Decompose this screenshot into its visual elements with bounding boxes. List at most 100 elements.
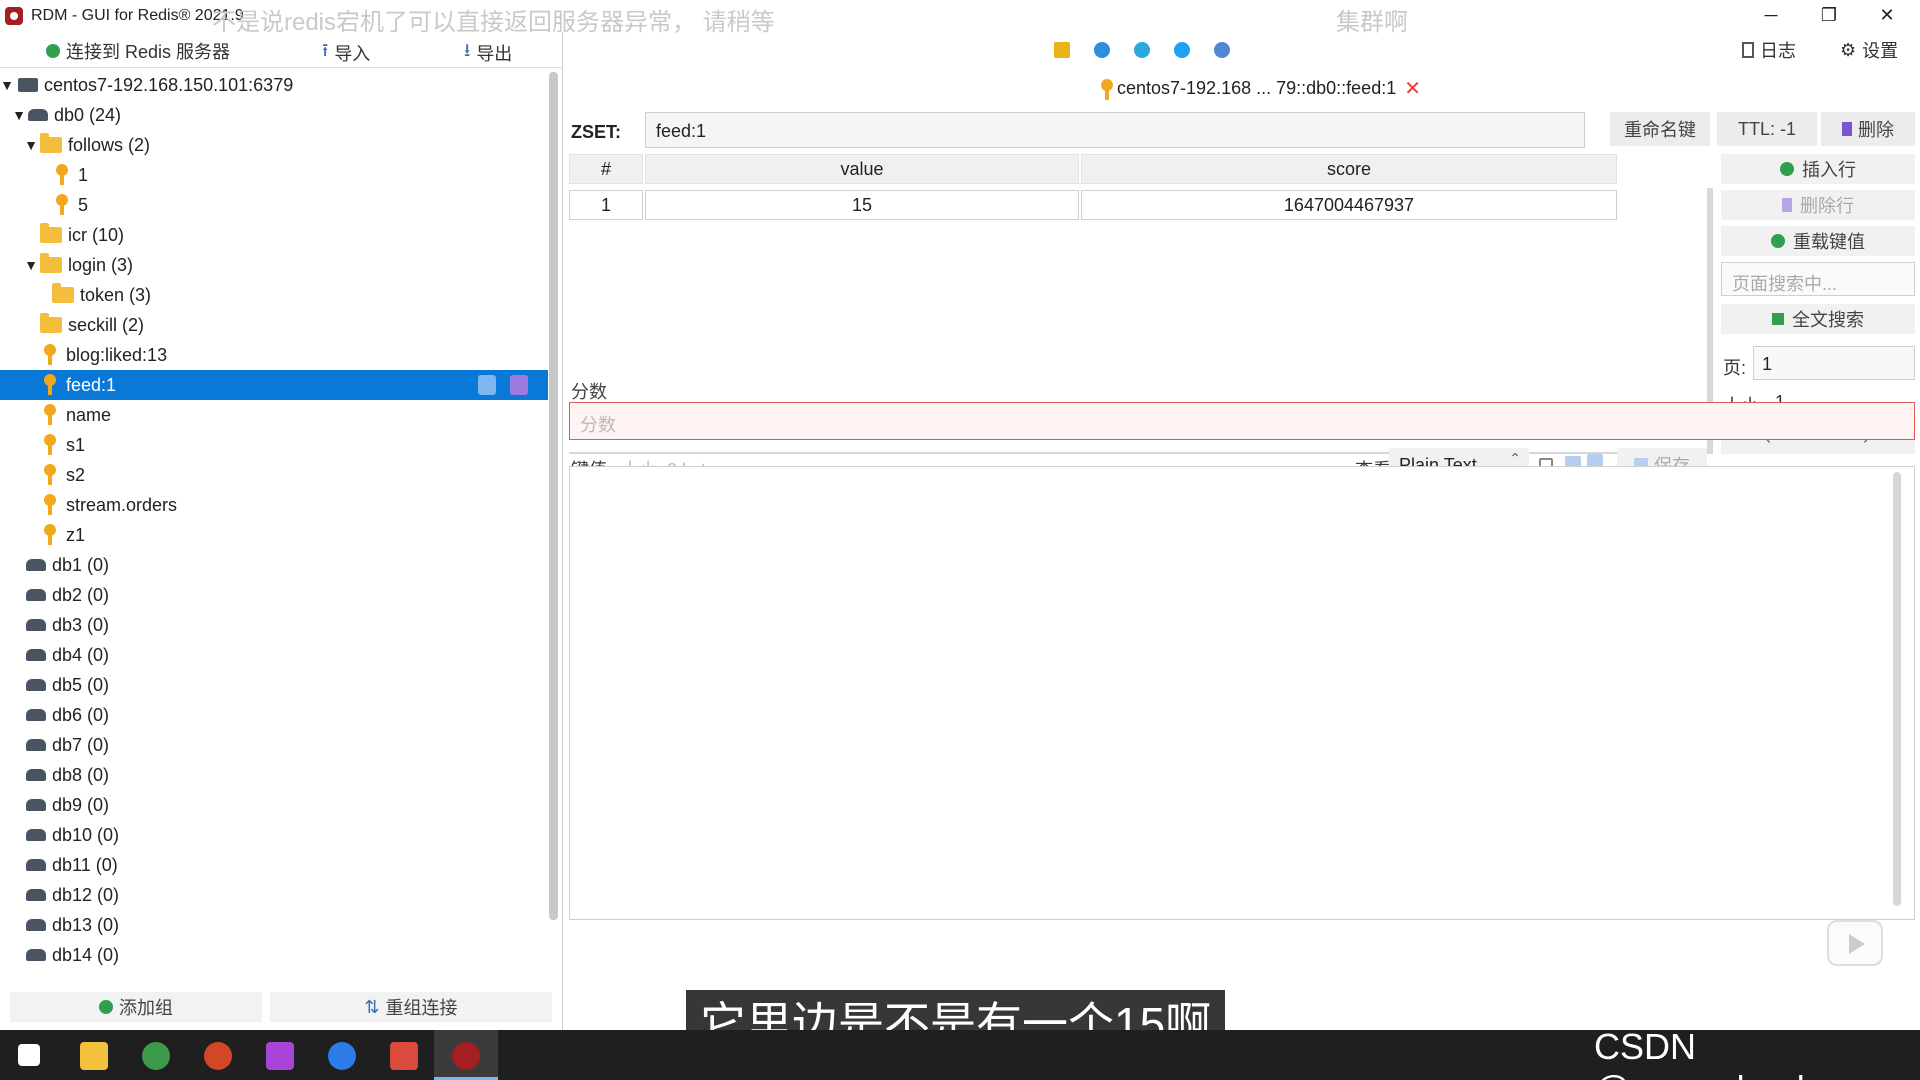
expand-arrow-icon[interactable]: ▼ bbox=[12, 107, 26, 123]
tree-key-s2[interactable]: s2 bbox=[0, 460, 548, 490]
ttl-button[interactable]: TTL: -1 bbox=[1717, 112, 1817, 146]
file-explorer-icon[interactable] bbox=[80, 1042, 108, 1070]
tree-key-blog-liked[interactable]: blog:liked:13 bbox=[0, 340, 548, 370]
telegram-icon[interactable] bbox=[1134, 42, 1150, 58]
powerpoint-icon[interactable] bbox=[204, 1042, 232, 1070]
folder-icon bbox=[52, 283, 74, 303]
add-group-button[interactable]: 添加组 bbox=[10, 992, 262, 1022]
tree-folder-icr[interactable]: icr (10) bbox=[0, 220, 548, 250]
rename-key-button[interactable]: 重命名键 bbox=[1610, 112, 1710, 146]
reload-value-button[interactable]: 重载键值 bbox=[1721, 226, 1915, 256]
tree-db13[interactable]: db13 (0) bbox=[0, 910, 548, 940]
regroup-connections-button[interactable]: ⇅ 重组连接 bbox=[270, 992, 552, 1022]
help-icon[interactable] bbox=[1094, 42, 1110, 58]
page-number-input[interactable]: 1 bbox=[1753, 346, 1915, 380]
key-header: ZSET: feed:1 重命名键 TTL: -1 删除 bbox=[565, 112, 1920, 152]
expand-arrow-icon[interactable]: ▼ bbox=[24, 257, 38, 273]
taskbar-rdm-active[interactable] bbox=[434, 1030, 498, 1080]
tree-key-feed1[interactable]: feed:1 bbox=[0, 370, 548, 400]
tree-key-5[interactable]: 5 bbox=[0, 190, 548, 220]
tree-db9[interactable]: db9 (0) bbox=[0, 790, 548, 820]
server-label: centos7-192.168.150.101:6379 bbox=[44, 74, 294, 95]
close-window-button[interactable]: ✕ bbox=[1858, 0, 1916, 30]
tree-server[interactable]: ▼ centos7-192.168.150.101:6379 bbox=[0, 70, 548, 100]
log-button[interactable]: 日志 bbox=[1742, 36, 1796, 64]
close-tab-icon[interactable]: ✕ bbox=[1404, 76, 1421, 101]
add-icon bbox=[46, 44, 60, 58]
tree-folder-follows[interactable]: ▼ follows (2) bbox=[0, 130, 548, 160]
tree-db4[interactable]: db4 (0) bbox=[0, 640, 548, 670]
tree-db14[interactable]: db14 (0) bbox=[0, 940, 548, 970]
tree-db12[interactable]: db12 (0) bbox=[0, 880, 548, 910]
key-label: s1 bbox=[66, 434, 86, 455]
expand-arrow-icon[interactable]: ▼ bbox=[24, 137, 38, 153]
key-label: stream.orders bbox=[66, 494, 178, 515]
row-value-cell[interactable]: 15 bbox=[645, 190, 1079, 220]
export-button[interactable]: ⭳ 导出 bbox=[464, 38, 512, 68]
log-label: 日志 bbox=[1760, 41, 1796, 61]
database-icon bbox=[26, 889, 46, 901]
tree-folder-login[interactable]: ▼ login (3) bbox=[0, 250, 548, 280]
row-index-cell[interactable]: 1 bbox=[569, 190, 643, 220]
tree-db6[interactable]: db6 (0) bbox=[0, 700, 548, 730]
editor-scrollbar[interactable] bbox=[1893, 472, 1901, 906]
tree-folder-token[interactable]: token (3) bbox=[0, 280, 548, 310]
page-search-input[interactable]: 页面搜索中... bbox=[1721, 262, 1915, 296]
intellij-icon[interactable] bbox=[266, 1042, 294, 1070]
windows-start-icon[interactable] bbox=[18, 1044, 40, 1066]
tree-key-z1[interactable]: z1 bbox=[0, 520, 548, 550]
key-icon bbox=[42, 404, 58, 426]
delete-row-button[interactable]: 删除行 bbox=[1721, 190, 1915, 220]
key-icon bbox=[42, 374, 58, 396]
tree-db5[interactable]: db5 (0) bbox=[0, 670, 548, 700]
tree-db10[interactable]: db10 (0) bbox=[0, 820, 548, 850]
browser-icon[interactable] bbox=[328, 1042, 356, 1070]
tree-db3[interactable]: db3 (0) bbox=[0, 610, 548, 640]
insert-row-button[interactable]: 插入行 bbox=[1721, 154, 1915, 184]
key-name-input[interactable]: feed:1 bbox=[645, 112, 1585, 148]
tab-feed1[interactable]: centos7-192.168 ... 79::db0::feed:1 ✕ bbox=[1099, 74, 1421, 102]
value-editor[interactable] bbox=[569, 466, 1915, 920]
expand-arrow-icon[interactable]: ▼ bbox=[0, 77, 14, 93]
copy-key-icon[interactable] bbox=[478, 375, 496, 395]
fulltext-search-button[interactable]: 全文搜索 bbox=[1721, 304, 1915, 334]
import-button[interactable]: ⭱ 导入 bbox=[322, 38, 370, 68]
connect-server-label: 连接到 Redis 服务器 bbox=[66, 42, 231, 62]
video-play-icon[interactable] bbox=[1827, 920, 1883, 966]
tree-db2[interactable]: db2 (0) bbox=[0, 580, 548, 610]
import-icon: ⭱ bbox=[322, 40, 329, 60]
delete-key-button[interactable]: 删除 bbox=[1821, 112, 1915, 146]
tree-db0[interactable]: ▼ db0 (24) bbox=[0, 100, 548, 130]
app-icon[interactable] bbox=[390, 1042, 418, 1070]
tree-db7[interactable]: db7 (0) bbox=[0, 730, 548, 760]
warning-icon[interactable] bbox=[1054, 42, 1070, 58]
tree-folder-seckill[interactable]: seckill (2) bbox=[0, 310, 548, 340]
connect-server-button[interactable]: 连接到 Redis 服务器 bbox=[46, 38, 230, 64]
chrome-icon[interactable] bbox=[142, 1042, 170, 1070]
settings-button[interactable]: ⚙ 设置 bbox=[1840, 36, 1898, 64]
score-input[interactable]: 分数 bbox=[569, 402, 1915, 440]
key-icon bbox=[54, 194, 70, 216]
tree-db1[interactable]: db1 (0) bbox=[0, 550, 548, 580]
column-header-value[interactable]: value bbox=[645, 154, 1079, 184]
column-header-index[interactable]: # bbox=[569, 154, 643, 184]
tree-key-name[interactable]: name bbox=[0, 400, 548, 430]
github-icon[interactable] bbox=[1214, 42, 1230, 58]
column-header-score[interactable]: score bbox=[1081, 154, 1617, 184]
tree-key-1[interactable]: 1 bbox=[0, 160, 548, 190]
tree-key-s1[interactable]: s1 bbox=[0, 430, 548, 460]
tree-db11[interactable]: db11 (0) bbox=[0, 850, 548, 880]
row-score-cell[interactable]: 1647004467937 bbox=[1081, 190, 1617, 220]
db-label: db7 (0) bbox=[52, 734, 110, 755]
reload-value-label: 重载键值 bbox=[1793, 232, 1865, 252]
maximize-button[interactable]: ❐ bbox=[1800, 0, 1858, 30]
key-icon bbox=[42, 434, 58, 456]
tree-key-stream-orders[interactable]: stream.orders bbox=[0, 490, 548, 520]
key-icon bbox=[42, 464, 58, 486]
db-label: db10 (0) bbox=[52, 824, 120, 845]
minimize-button[interactable]: ─ bbox=[1742, 0, 1800, 30]
twitter-icon[interactable] bbox=[1174, 42, 1190, 58]
delete-key-icon[interactable] bbox=[510, 375, 528, 395]
tree-db8[interactable]: db8 (0) bbox=[0, 760, 548, 790]
tree-scrollbar[interactable] bbox=[549, 72, 558, 920]
